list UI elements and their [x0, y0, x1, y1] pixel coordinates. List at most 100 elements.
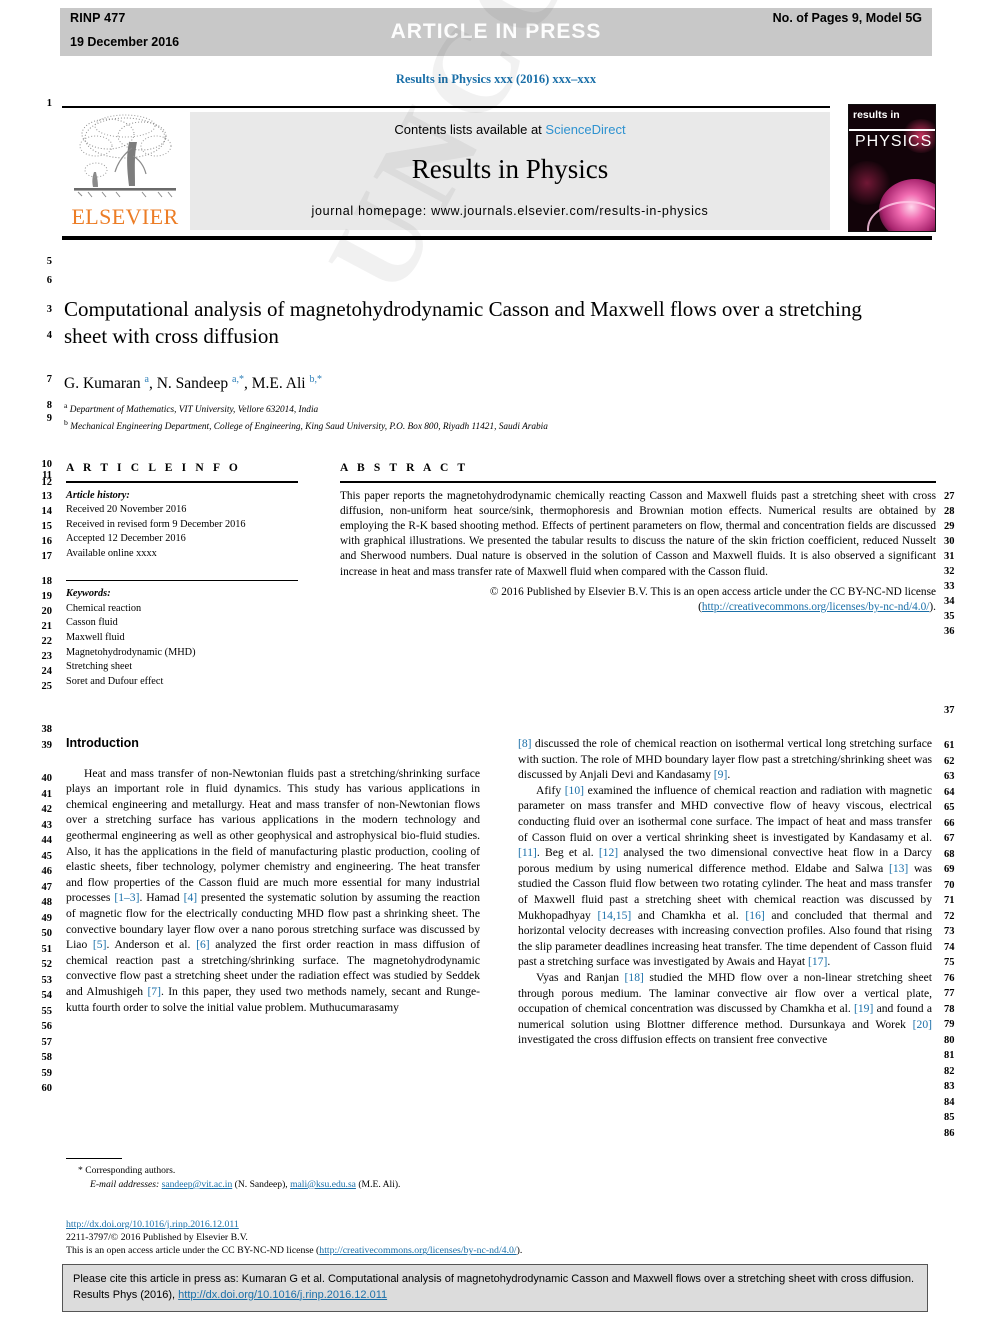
line-number: 38: [41, 724, 53, 735]
citation-ref[interactable]: [20]: [913, 1018, 932, 1031]
line-number: 35: [944, 611, 955, 622]
citation-ref[interactable]: [6]: [196, 938, 210, 951]
cc-license-link[interactable]: http://creativecommons.org/licenses/by-n…: [702, 601, 930, 613]
oa-suffix: ).: [516, 1245, 523, 1257]
section-heading-introduction: Introduction: [66, 736, 139, 750]
body-column-left: Introduction Heat and mass transfer of n…: [66, 736, 480, 1015]
line-number: 22: [41, 636, 53, 647]
line-number: 29: [944, 521, 955, 532]
elsevier-tree-icon: [74, 114, 176, 198]
line-number: 46: [41, 866, 53, 877]
paragraph: Vyas and Ranjan [18] studied the MHD flo…: [518, 970, 932, 1047]
line-number: 58: [41, 1052, 53, 1063]
line-number: 48: [41, 897, 53, 908]
line-number: 84: [944, 1097, 955, 1108]
copyright-suffix: ).: [929, 601, 936, 614]
line-number: 16: [41, 536, 53, 547]
keyword-item: Magnetohydrodynamic (MHD): [66, 646, 196, 658]
journal-homepage-line[interactable]: journal homepage: www.journals.elsevier.…: [190, 204, 830, 218]
abstract-rule: [340, 481, 936, 483]
line-number: 5: [46, 256, 52, 267]
keywords-label: Keywords:: [66, 588, 111, 600]
citation-ref[interactable]: [18]: [625, 971, 644, 984]
line-number: 37: [944, 705, 955, 716]
line-number: 51: [41, 944, 53, 955]
cover-results-in-label: results in: [853, 109, 900, 121]
affiliation-a: a Department of Mathematics, VIT Univers…: [64, 401, 319, 416]
line-number: 31: [944, 551, 955, 562]
citation-ref[interactable]: [12]: [599, 846, 618, 859]
citation-ref[interactable]: [5]: [93, 938, 107, 951]
citation-ref[interactable]: [10]: [565, 784, 584, 797]
line-number: 65: [944, 802, 955, 813]
sciencedirect-link[interactable]: ScienceDirect: [545, 122, 625, 137]
email-link-ali[interactable]: mali@ksu.edu.sa: [290, 1179, 356, 1190]
email-owner-sandeep: (N. Sandeep),: [234, 1178, 288, 1190]
history-item: Accepted 12 December 2016: [66, 533, 186, 545]
issn-line: 2211-3797/© 2016 Published by Elsevier B…: [66, 1232, 248, 1244]
line-number: 77: [944, 988, 955, 999]
article-history-label: Article history:: [66, 489, 130, 501]
line-number: 73: [944, 926, 955, 937]
contents-line: Contents lists available at ScienceDirec…: [190, 122, 830, 137]
affiliation-b-text: Mechanical Engineering Department, Colle…: [70, 421, 548, 432]
abstract-copyright: © 2016 Published by Elsevier B.V. This i…: [340, 585, 936, 615]
line-number: 66: [944, 818, 955, 829]
line-number: 15: [41, 521, 53, 532]
citation-ref[interactable]: [1–3]: [114, 891, 139, 904]
citation-ref[interactable]: [11]: [518, 846, 537, 859]
citation-ref[interactable]: [17]: [808, 955, 827, 968]
line-number: 43: [41, 820, 53, 831]
oa-license-link[interactable]: http://creativecommons.org/licenses/by-n…: [319, 1245, 516, 1256]
line-number: 42: [41, 804, 53, 815]
line-number: 67: [944, 833, 955, 844]
affiliations: a Department of Mathematics, VIT Univers…: [64, 400, 914, 433]
citation-ref[interactable]: [14,15]: [597, 909, 631, 922]
line-number: 7: [46, 374, 52, 385]
abstract-column: A B S T R A C T This paper reports the m…: [340, 462, 936, 615]
line-number: 12: [41, 477, 53, 488]
elsevier-wordmark: ELSEVIER: [71, 204, 179, 229]
line-number: 64: [944, 787, 955, 798]
open-access-line: This is an open access article under the…: [66, 1244, 666, 1257]
line-number: 3: [46, 304, 52, 315]
line-number: 33: [944, 581, 955, 592]
line-number: 62: [944, 756, 955, 767]
citation-ref[interactable]: [9]: [714, 768, 728, 781]
keyword-item: Stretching sheet: [66, 661, 133, 673]
article-info-column: A R T I C L E I N F O Article history: R…: [66, 462, 298, 689]
article-info-heading: A R T I C L E I N F O: [66, 462, 241, 474]
line-number: 18: [41, 576, 53, 587]
citation-ref[interactable]: [13]: [889, 862, 908, 875]
keywords-rule: [66, 579, 298, 582]
line-number: 28: [944, 506, 955, 517]
line-number: 52: [41, 959, 53, 970]
line-number: 30: [944, 536, 955, 547]
paragraph: Heat and mass transfer of non-Newtonian …: [66, 766, 481, 1014]
line-number: 80: [944, 1035, 955, 1046]
citation-ref[interactable]: [7]: [147, 985, 161, 998]
citation-ref[interactable]: [8]: [518, 737, 532, 750]
history-item: Available online xxxx: [66, 547, 157, 559]
email-link-sandeep[interactable]: sandeep@vit.ac.in: [162, 1179, 233, 1190]
authors-text: G. Kumaran a, N. Sandeep a,*, M.E. Ali b…: [64, 374, 322, 393]
pages-model-label: No. of Pages 9, Model 5G: [772, 11, 922, 25]
line-number: 4: [46, 330, 52, 341]
cite-doi-link[interactable]: http://dx.doi.org/10.1016/j.rinp.2016.12…: [178, 1289, 387, 1301]
keyword-item: Maxwell fluid: [66, 631, 125, 643]
citation-ref[interactable]: [19]: [854, 1002, 873, 1015]
doi-link[interactable]: http://dx.doi.org/10.1016/j.rinp.2016.12…: [66, 1219, 239, 1230]
email-owner-ali: (M.E. Ali).: [358, 1178, 401, 1190]
affiliation-a-text: Department of Mathematics, VIT Universit…: [69, 405, 319, 416]
citation-ref[interactable]: [4]: [184, 891, 198, 904]
citation-ref[interactable]: [16]: [745, 909, 764, 922]
line-number: 39: [41, 740, 53, 751]
line-number: 24: [41, 666, 53, 677]
keywords-block: Keywords: Chemical reaction Casson fluid…: [66, 587, 298, 689]
masthead-bottom-rule: [62, 236, 932, 240]
body-column-right: [8] discussed the role of chemical react…: [518, 736, 932, 1048]
keyword-item: Chemical reaction: [66, 602, 142, 614]
line-number: 23: [41, 651, 53, 662]
license-block: http://dx.doi.org/10.1016/j.rinp.2016.12…: [66, 1218, 666, 1258]
line-number: 79: [944, 1019, 955, 1030]
